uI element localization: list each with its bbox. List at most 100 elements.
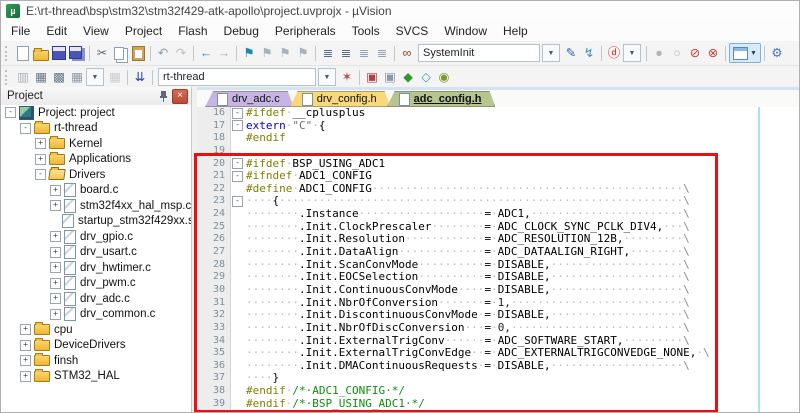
- tree-item-drivers[interactable]: -Drivers: [1, 167, 191, 183]
- insert-breakpoint-icon[interactable]: ●: [650, 45, 668, 62]
- menu-help[interactable]: Help: [495, 22, 536, 40]
- tree-item-board-c[interactable]: +board.c: [1, 183, 191, 199]
- menu-project[interactable]: Project: [117, 22, 170, 40]
- configure-tools-icon[interactable]: ⚙: [768, 45, 786, 62]
- code-line-40[interactable]: 40: [197, 410, 799, 412]
- configure-flash-icon[interactable]: ✎: [562, 45, 580, 62]
- fold-toggle[interactable]: -: [231, 120, 244, 133]
- kill-all-breakpoints-icon[interactable]: ⊗: [704, 45, 722, 62]
- tree-item-devicedrivers[interactable]: +DeviceDrivers: [1, 338, 191, 354]
- expand-icon[interactable]: +: [20, 340, 31, 351]
- uncomment-icon[interactable]: ≣: [373, 45, 391, 62]
- tree-item-stm32f4xx-hal-msp-c[interactable]: +stm32f4xx_hal_msp.c: [1, 198, 191, 214]
- expand-icon[interactable]: +: [50, 231, 61, 242]
- menu-window[interactable]: Window: [436, 22, 495, 40]
- tree-item-stm32-hal[interactable]: +STM32_HAL: [1, 369, 191, 385]
- tree-item-kernel[interactable]: +Kernel: [1, 136, 191, 152]
- tree-item-drv-pwm-c[interactable]: +drv_pwm.c: [1, 276, 191, 292]
- file-extensions-icon[interactable]: ◇: [417, 69, 435, 86]
- options-for-target-icon[interactable]: ✶: [338, 69, 356, 86]
- run-to-line-icon[interactable]: ↯: [580, 45, 598, 62]
- menu-edit[interactable]: Edit: [38, 22, 75, 40]
- tab-adc-config-h[interactable]: adc_config.h: [387, 91, 496, 107]
- prev-bookmark-icon[interactable]: ⚑: [258, 45, 276, 62]
- multi-project-icon[interactable]: ▣: [381, 69, 399, 86]
- code-area[interactable]: 16-#ifdef·__cplusplus17-extern·"C"·{18#e…: [197, 107, 799, 412]
- menu-peripherals[interactable]: Peripherals: [267, 22, 344, 40]
- comment-icon[interactable]: ≣: [355, 45, 373, 62]
- find-in-files-icon[interactable]: ∞: [398, 45, 416, 62]
- pack-installer-icon[interactable]: ◉: [435, 69, 453, 86]
- save-icon[interactable]: [50, 45, 68, 62]
- download-icon[interactable]: ⇊: [131, 69, 149, 86]
- code-line-36[interactable]: 36········.Init.DMAContinuousRequests·=·…: [197, 360, 799, 373]
- fold-toggle[interactable]: -: [231, 158, 244, 171]
- redo-icon[interactable]: ↷: [172, 45, 190, 62]
- menu-tools[interactable]: Tools: [344, 22, 388, 40]
- translate-file-icon[interactable]: ▥: [14, 69, 32, 86]
- clear-bookmarks-icon[interactable]: ⚑: [294, 45, 312, 62]
- tree-item-drv-adc-c[interactable]: +drv_adc.c: [1, 291, 191, 307]
- collapse-icon[interactable]: -: [35, 169, 46, 180]
- tree-item-drv-gpio-c[interactable]: +drv_gpio.c: [1, 229, 191, 245]
- expand-icon[interactable]: +: [50, 262, 61, 273]
- navigate-forward-icon[interactable]: →: [215, 45, 233, 62]
- stop-build-icon[interactable]: ▦: [106, 69, 124, 86]
- menu-file[interactable]: File: [3, 22, 38, 40]
- tree-item-applications[interactable]: +Applications: [1, 152, 191, 168]
- disable-all-breakpoints-icon[interactable]: ⊘: [686, 45, 704, 62]
- tree-item-drv-common-c[interactable]: +drv_common.c: [1, 307, 191, 323]
- save-all-icon[interactable]: [68, 45, 86, 62]
- fold-collapse-icon[interactable]: -: [232, 196, 243, 207]
- pin-icon[interactable]: [156, 89, 170, 103]
- menu-flash[interactable]: Flash: [170, 22, 215, 40]
- copy-icon[interactable]: [111, 45, 129, 62]
- expand-icon[interactable]: +: [50, 278, 61, 289]
- function-combo-dropdown[interactable]: ▼: [542, 44, 560, 62]
- expand-icon[interactable]: +: [35, 138, 46, 149]
- collapse-icon[interactable]: -: [5, 107, 16, 118]
- menu-debug[interactable]: Debug: [216, 22, 267, 40]
- next-bookmark-icon[interactable]: ⚑: [276, 45, 294, 62]
- collapse-icon[interactable]: -: [20, 123, 31, 134]
- paste-icon[interactable]: [129, 45, 147, 62]
- tab-drv-config-h[interactable]: drv_config.h: [290, 91, 391, 107]
- function-combo[interactable]: SystemInit: [418, 44, 540, 62]
- build-icon[interactable]: ▦: [32, 69, 50, 86]
- tree-item-drv-usart-c[interactable]: +drv_usart.c: [1, 245, 191, 261]
- undo-icon[interactable]: ↶: [154, 45, 172, 62]
- expand-icon[interactable]: +: [35, 154, 46, 165]
- toggle-bookmark-icon[interactable]: ⚑: [240, 45, 258, 62]
- batch-build-dropdown[interactable]: ▼: [86, 68, 104, 86]
- start-debug-icon[interactable]: ⓓ: [605, 45, 623, 62]
- code-line-39[interactable]: 39#endif·/*·BSP_USING_ADC1·*/: [197, 398, 799, 411]
- tree-item-drv-hwtimer-c[interactable]: +drv_hwtimer.c: [1, 260, 191, 276]
- fold-collapse-icon[interactable]: -: [232, 108, 243, 119]
- fold-collapse-icon[interactable]: -: [232, 171, 243, 182]
- tab-drv-adc-c[interactable]: drv_adc.c: [205, 91, 294, 107]
- cut-icon[interactable]: ✂: [93, 45, 111, 62]
- tree-item-cpu[interactable]: +cpu: [1, 322, 191, 338]
- tree-item-startup-stm32f429xx-s[interactable]: startup_stm32f429xx.s: [1, 214, 191, 230]
- menu-view[interactable]: View: [75, 22, 117, 40]
- code-line-17[interactable]: 17-extern·"C"·{: [197, 120, 799, 133]
- enable-breakpoint-icon[interactable]: ○: [668, 45, 686, 62]
- indent-left-icon[interactable]: ≣: [319, 45, 337, 62]
- tree-item-rt-thread[interactable]: -rt-thread: [1, 121, 191, 137]
- tree-item-project-project[interactable]: -Project: project: [1, 105, 191, 121]
- expand-icon[interactable]: +: [50, 247, 61, 258]
- open-file-icon[interactable]: [32, 45, 50, 62]
- tree-item-finsh[interactable]: +finsh: [1, 353, 191, 369]
- expand-icon[interactable]: +: [20, 371, 31, 382]
- new-file-icon[interactable]: [14, 45, 32, 62]
- project-windows-button[interactable]: ▼: [729, 43, 761, 63]
- expand-icon[interactable]: +: [50, 309, 61, 320]
- code-line-18[interactable]: 18#endif: [197, 132, 799, 145]
- expand-icon[interactable]: +: [50, 293, 61, 304]
- target-select-dropdown[interactable]: ▼: [318, 68, 336, 86]
- rebuild-all-icon[interactable]: ▩: [50, 69, 68, 86]
- fold-toggle[interactable]: -: [231, 107, 244, 120]
- debug-dropdown[interactable]: ▼: [623, 44, 641, 62]
- target-select-combo[interactable]: rt-thread: [158, 68, 316, 86]
- indent-right-icon[interactable]: ≣: [337, 45, 355, 62]
